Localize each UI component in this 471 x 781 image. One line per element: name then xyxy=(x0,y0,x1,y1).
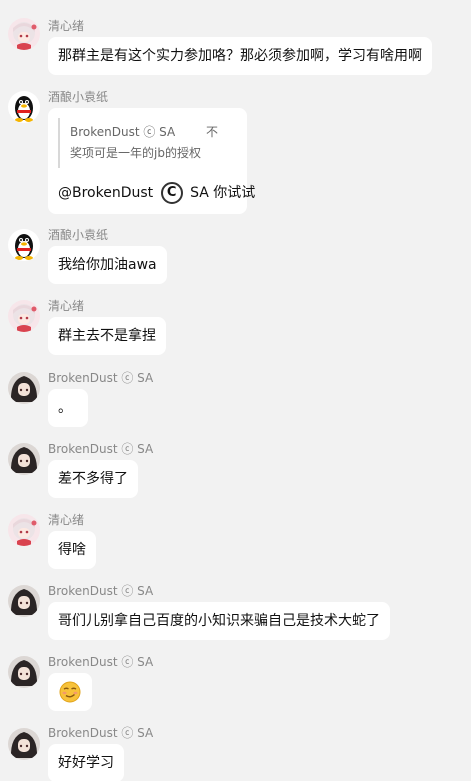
sender-name: 清心绪 xyxy=(48,299,85,313)
quoted-author: BrokenDust ⓒ SA xyxy=(70,125,176,139)
sender-name: BrokenDust ⓒ SA xyxy=(48,655,154,669)
avatar-penguin[interactable] xyxy=(8,229,40,261)
avatar-penguin[interactable] xyxy=(8,91,40,123)
sender-name: 酒酿小袁纸 xyxy=(48,90,109,104)
quoted-message[interactable]: BrokenDust ⓒ SA 不 奖项可是一年的jb的授权 xyxy=(58,118,236,168)
sender-name: 清心绪 xyxy=(48,19,85,33)
avatar-dark-hair[interactable] xyxy=(8,443,40,475)
emoji-message-bubble[interactable] xyxy=(48,673,92,711)
sender-name: BrokenDust ⓒ SA xyxy=(48,442,154,456)
sender-name: BrokenDust ⓒ SA xyxy=(48,726,154,740)
mention-user[interactable]: @BrokenDust xyxy=(58,185,153,201)
avatar-anime-girl[interactable] xyxy=(8,300,40,332)
copyright-symbol-icon: C xyxy=(160,182,183,204)
reply-message-bubble[interactable]: BrokenDust ⓒ SA 不 奖项可是一年的jb的授权 @BrokenDu… xyxy=(48,108,255,214)
avatar-dark-hair[interactable] xyxy=(8,728,40,760)
avatar-dark-hair[interactable] xyxy=(8,372,40,404)
mention-text: SA 你试试 xyxy=(190,185,256,201)
sender-name: BrokenDust ⓒ SA xyxy=(48,584,154,598)
message-bubble[interactable]: 那群主是有这个实力参加咯？那必须参加啊，学习有啥用啊 xyxy=(48,37,432,75)
message-bubble[interactable]: 哥们儿别拿自己百度的小知识来骗自己是技术大蛇了 xyxy=(48,602,390,640)
message-bubble[interactable]: 差不多得了 xyxy=(48,460,138,498)
sender-name: 酒酿小袁纸 xyxy=(48,228,109,242)
avatar-anime-girl[interactable] xyxy=(8,18,40,50)
sender-name: BrokenDust ⓒ SA xyxy=(48,371,154,385)
avatar-anime-girl[interactable] xyxy=(8,514,40,546)
message-bubble[interactable]: 好好学习 xyxy=(48,744,124,781)
message-bubble[interactable]: 得啥 xyxy=(48,531,96,569)
message-bubble[interactable]: 群主去不是拿捏 xyxy=(48,317,166,355)
avatar-dark-hair[interactable] xyxy=(8,585,40,617)
avatar-dark-hair[interactable] xyxy=(8,656,40,688)
sender-name: 清心绪 xyxy=(48,513,85,527)
message-bubble[interactable]: 。 xyxy=(48,389,88,427)
mention-line: @BrokenDust C SA 你试试 xyxy=(58,182,255,204)
message-bubble[interactable]: 我给你加油awa xyxy=(48,246,167,284)
smirk-emoji-icon xyxy=(59,681,81,703)
chat-message-list[interactable]: 清心绪 那群主是有这个实力参加咯？那必须参加啊，学习有啥用啊 酒酿小袁纸 Bro… xyxy=(0,0,471,781)
quoted-more-indicator: 不 xyxy=(206,125,219,139)
quoted-text: 奖项可是一年的jb的授权 xyxy=(70,146,201,160)
